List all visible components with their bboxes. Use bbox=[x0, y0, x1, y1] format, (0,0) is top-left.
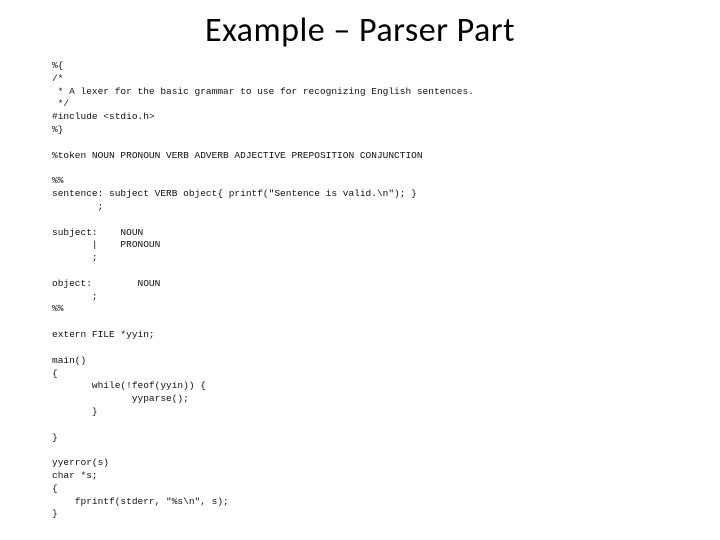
code-line: */ bbox=[52, 98, 69, 109]
code-block: %{ /* * A lexer for the basic grammar to… bbox=[52, 60, 680, 520]
code-line: yyerror(s) bbox=[52, 457, 109, 468]
code-line: %} bbox=[52, 124, 63, 135]
code-line: } bbox=[52, 432, 58, 443]
code-line: } bbox=[52, 508, 58, 519]
code-line: ; bbox=[52, 291, 98, 302]
code-line: #include <stdio.h> bbox=[52, 111, 155, 122]
code-line: { bbox=[52, 483, 58, 494]
code-line: fprintf(stderr, "%s\n", s); bbox=[52, 496, 229, 507]
code-line: | PRONOUN bbox=[52, 239, 160, 250]
code-line: ; bbox=[52, 201, 103, 212]
code-line: object: NOUN bbox=[52, 278, 160, 289]
code-line: %% bbox=[52, 175, 63, 186]
code-line: extern FILE *yyin; bbox=[52, 329, 155, 340]
code-line: ; bbox=[52, 252, 98, 263]
code-line: %token NOUN PRONOUN VERB ADVERB ADJECTIV… bbox=[52, 150, 423, 161]
code-line: /* bbox=[52, 73, 63, 84]
code-line: { bbox=[52, 368, 58, 379]
code-line: main() bbox=[52, 355, 86, 366]
code-line: %{ bbox=[52, 60, 63, 71]
code-line: while(!feof(yyin)) { bbox=[52, 380, 206, 391]
code-line: subject: NOUN bbox=[52, 227, 143, 238]
code-line: * A lexer for the basic grammar to use f… bbox=[52, 86, 474, 97]
code-line: yyparse(); bbox=[52, 393, 189, 404]
code-line: char *s; bbox=[52, 470, 98, 481]
code-line: %% bbox=[52, 303, 63, 314]
slide-title: Example – Parser Part bbox=[0, 10, 720, 51]
code-line: } bbox=[52, 406, 98, 417]
code-line: sentence: subject VERB object{ printf("S… bbox=[52, 188, 417, 199]
